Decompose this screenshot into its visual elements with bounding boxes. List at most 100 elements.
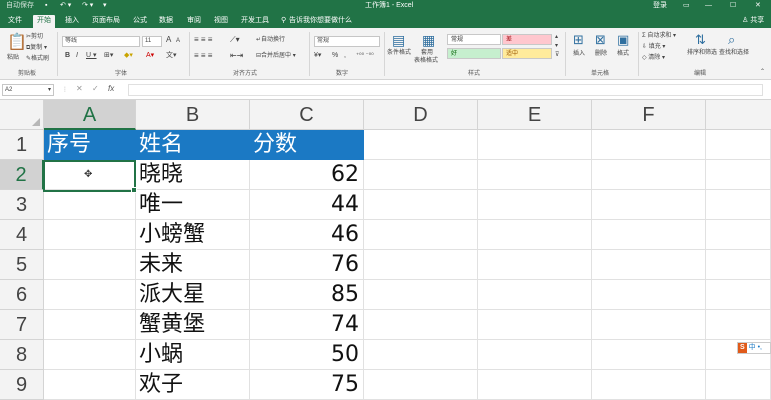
ime-indicator[interactable]: S 中 •, xyxy=(737,342,771,354)
grid-cell[interactable] xyxy=(364,370,478,400)
grid-cell[interactable] xyxy=(706,160,771,190)
italic-button[interactable]: I xyxy=(76,52,78,60)
grid-cell[interactable] xyxy=(706,220,771,250)
column-header-b[interactable]: B xyxy=(136,100,250,130)
row-header-6[interactable]: 6 xyxy=(0,280,44,310)
merge-center-button[interactable]: ⊟合并后居中 ▾ xyxy=(256,52,296,60)
name-cell[interactable]: 唯一 xyxy=(136,190,250,220)
header-cell-name[interactable]: 姓名 xyxy=(136,130,250,160)
score-cell[interactable]: 76 xyxy=(250,250,364,280)
score-cell[interactable]: 74 xyxy=(250,310,364,340)
tab-insert[interactable]: 插入 xyxy=(65,15,79,28)
grid-cell[interactable] xyxy=(592,370,706,400)
cancel-entry-icon[interactable]: ✕ xyxy=(76,85,83,93)
confirm-entry-icon[interactable]: ✓ xyxy=(92,85,99,93)
insert-function-button[interactable]: fx xyxy=(108,85,114,93)
grid-cell[interactable] xyxy=(706,310,771,340)
percent-button[interactable]: % xyxy=(332,52,338,60)
row-header-7[interactable]: 7 xyxy=(0,310,44,340)
formula-input[interactable] xyxy=(128,84,763,96)
grid-cell[interactable] xyxy=(364,250,478,280)
bold-button[interactable]: B xyxy=(65,52,70,60)
underline-button[interactable]: U ▾ xyxy=(86,52,97,60)
column-header-g[interactable] xyxy=(706,100,771,130)
table-format-label-2[interactable]: 表格格式 xyxy=(414,57,438,65)
save-icon[interactable]: ▪ xyxy=(45,1,47,11)
name-cell[interactable]: 蟹黄堡 xyxy=(136,310,250,340)
header-cell-index[interactable]: 序号 xyxy=(44,130,136,160)
row-header-2[interactable]: 2 xyxy=(0,160,44,190)
decimal-icon[interactable]: ⁺⁰⁰ ⁻⁰⁰ xyxy=(356,52,374,60)
index-cell[interactable] xyxy=(44,310,136,340)
name-cell[interactable]: 小螃蟹 xyxy=(136,220,250,250)
collapse-ribbon-icon[interactable]: ⌃ xyxy=(760,68,765,76)
grid-cell[interactable] xyxy=(592,130,706,160)
grid-cell[interactable] xyxy=(364,130,478,160)
name-cell[interactable]: 欢子 xyxy=(136,370,250,400)
style-neutral[interactable]: 适中 xyxy=(502,48,552,59)
score-cell[interactable]: 44 xyxy=(250,190,364,220)
clear-button[interactable]: ◇ 清除 ▾ xyxy=(642,54,665,62)
format-painter-button[interactable]: ✎格式刷 xyxy=(26,55,49,63)
grid-cell[interactable] xyxy=(592,280,706,310)
grid-cell[interactable] xyxy=(706,280,771,310)
row-header-9[interactable]: 9 xyxy=(0,370,44,400)
tab-formulas[interactable]: 公式 xyxy=(133,15,147,28)
row-header-8[interactable]: 8 xyxy=(0,340,44,370)
grid-cell[interactable] xyxy=(364,340,478,370)
insert-cells-label[interactable]: 插入 xyxy=(573,50,585,58)
align-top-icon[interactable]: ≡ ≡ ≡ xyxy=(194,36,212,44)
row-header-5[interactable]: 5 xyxy=(0,250,44,280)
maximize-button[interactable]: ☐ xyxy=(730,1,736,11)
undo-icon[interactable]: ↶ ▾ xyxy=(60,1,71,11)
grid-cell[interactable] xyxy=(478,160,592,190)
paste-icon[interactable]: 📋 xyxy=(7,34,27,52)
align-left-icon[interactable]: ≡ ≡ ≡ xyxy=(194,52,212,60)
column-header-a[interactable]: A xyxy=(44,100,136,130)
grid-cell[interactable] xyxy=(592,220,706,250)
index-cell[interactable] xyxy=(44,250,136,280)
comma-button[interactable]: , xyxy=(344,52,346,60)
grid-cell[interactable] xyxy=(364,160,478,190)
currency-icon[interactable]: ¥▾ xyxy=(314,52,321,60)
tab-home[interactable]: 开始 xyxy=(33,15,55,28)
style-normal[interactable]: 常规 xyxy=(447,34,501,45)
sort-filter-label[interactable]: 排序和筛选 xyxy=(687,49,717,57)
table-format-label-1[interactable]: 套用 xyxy=(421,49,433,57)
sort-filter-icon[interactable]: ⇅ xyxy=(695,32,706,47)
grid-cell[interactable] xyxy=(706,250,771,280)
grid-cell[interactable] xyxy=(478,340,592,370)
phonetic-icon[interactable]: 文▾ xyxy=(166,52,177,60)
font-color-button[interactable]: A▾ xyxy=(146,52,154,60)
tab-data[interactable]: 数据 xyxy=(159,15,173,28)
redo-icon[interactable]: ↷ ▾ xyxy=(82,1,93,11)
grid-cell[interactable] xyxy=(592,250,706,280)
orientation-icon[interactable]: ⟋▾ xyxy=(230,36,240,44)
index-cell[interactable] xyxy=(44,370,136,400)
score-cell[interactable]: 62 xyxy=(250,160,364,190)
insert-cells-icon[interactable]: ⊞ xyxy=(573,32,584,47)
tab-developer[interactable]: 开发工具 xyxy=(241,15,269,28)
name-box-dropdown-icon[interactable]: ▾ xyxy=(48,85,51,95)
style-good[interactable]: 好 xyxy=(447,48,501,59)
grid-cell[interactable] xyxy=(478,190,592,220)
grid-cell[interactable] xyxy=(478,370,592,400)
row-header-1[interactable]: 1 xyxy=(0,130,44,160)
grid-cell[interactable] xyxy=(478,310,592,340)
font-name-select[interactable]: 等线 xyxy=(62,36,140,47)
index-cell[interactable] xyxy=(44,280,136,310)
column-header-e[interactable]: E xyxy=(478,100,592,130)
paste-label[interactable]: 粘贴 xyxy=(7,54,19,62)
column-header-c[interactable]: C xyxy=(250,100,364,130)
autosave-label[interactable]: 自动保存 xyxy=(6,1,34,11)
login-link[interactable]: 登录 xyxy=(653,1,667,11)
fill-color-icon[interactable]: ◆▾ xyxy=(124,52,133,60)
header-cell-score[interactable]: 分数 xyxy=(250,130,364,160)
fill-button[interactable]: ⇩ 填充 ▾ xyxy=(642,43,665,51)
number-format-select[interactable]: 常规 xyxy=(314,36,380,47)
shrink-font-button[interactable]: A xyxy=(176,37,180,45)
styles-scroll-up-icon[interactable]: ▴ xyxy=(555,33,558,41)
column-header-d[interactable]: D xyxy=(364,100,478,130)
grid-cell[interactable] xyxy=(478,250,592,280)
grid-cell[interactable] xyxy=(364,280,478,310)
